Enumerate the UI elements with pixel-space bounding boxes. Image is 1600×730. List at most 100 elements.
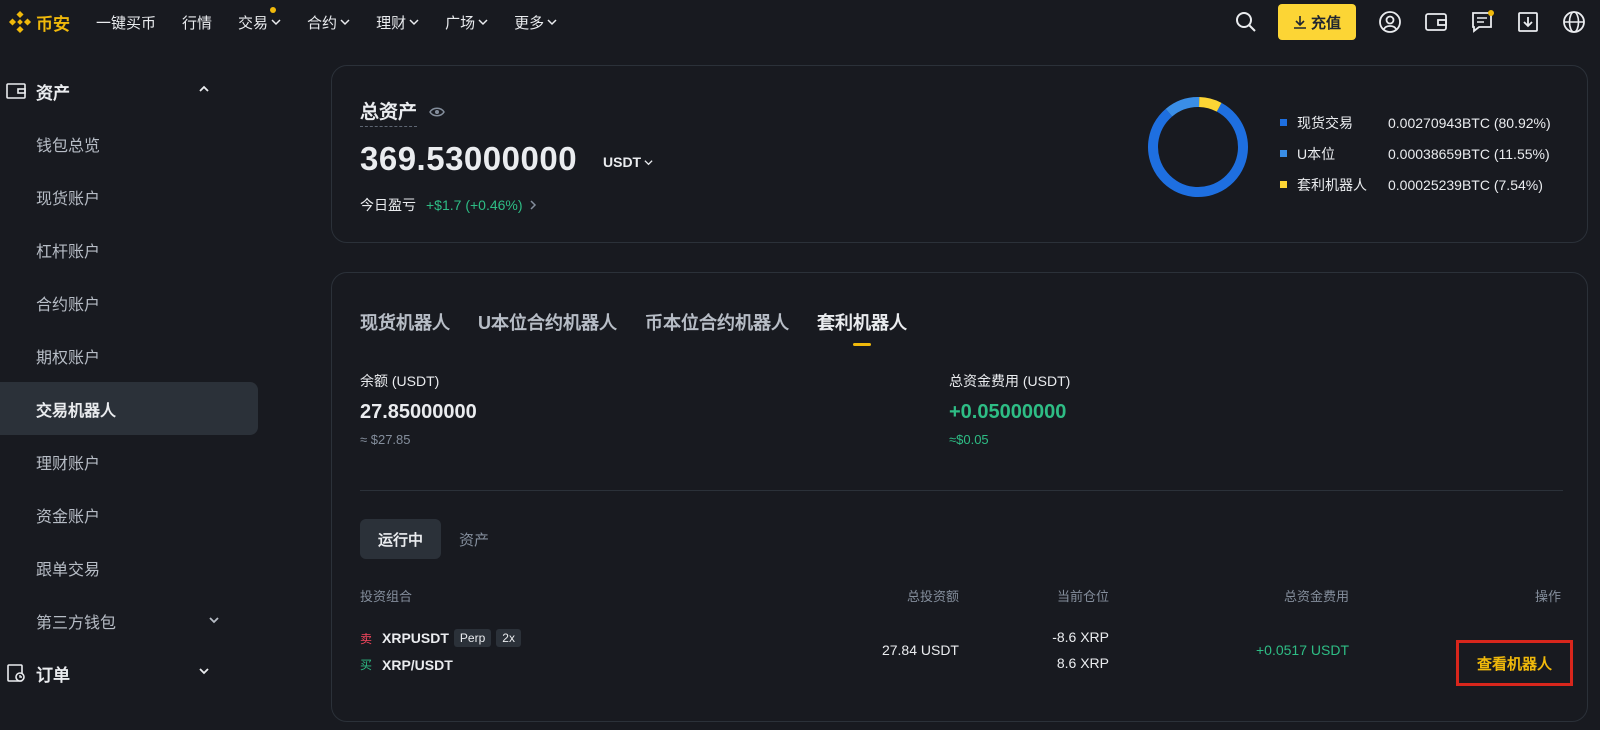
legend-swatch xyxy=(1280,181,1287,188)
sidebar-item-trading-bots[interactable]: 交易机器人 xyxy=(0,382,258,435)
brand-name: 币安 xyxy=(36,14,70,34)
notification-dot xyxy=(270,6,277,13)
sidebar-item-label: 理财账户 xyxy=(36,455,101,473)
sidebar-section-label: 资产 xyxy=(36,83,70,103)
nav-item-buy-crypto[interactable]: 一键买币 xyxy=(96,12,156,33)
nav-item-label: 理财 xyxy=(376,14,407,32)
legend-name: 套利机器人 xyxy=(1297,176,1367,193)
sidebar-section-orders[interactable]: 订单 xyxy=(0,647,258,699)
view-bot-button[interactable]: 查看机器人 xyxy=(1456,640,1573,686)
column-header-position: 当前仓位 xyxy=(1056,589,1109,604)
total-assets-card: 总资产 369.53000000 USDT 今日盈亏 +$1.7 (+0.46%… xyxy=(331,65,1588,243)
nav-item-label: 广场 xyxy=(445,14,476,32)
funding-value: +0.05000000 xyxy=(949,401,1067,423)
tab-spot-bots[interactable]: 现货机器人 xyxy=(360,309,450,335)
chevron-down-icon xyxy=(547,19,557,26)
nav-item-earn[interactable]: 理财 xyxy=(376,12,419,33)
message-icon[interactable] xyxy=(1470,10,1494,34)
funding-fee-stat: 总资金费用 (USDT) +0.05000000 ≈$0.05 xyxy=(949,371,1070,447)
total-assets-title: 总资产 xyxy=(360,97,445,127)
sidebar-item-wallet-overview[interactable]: 钱包总览 xyxy=(0,117,258,170)
sidebar-section-label: 订单 xyxy=(36,665,70,685)
nav-item-label: 合约 xyxy=(307,14,338,32)
tab-running[interactable]: 运行中 xyxy=(360,519,442,559)
legend-value: 0.00038659BTC (11.55%) xyxy=(1388,145,1550,162)
pnl-label: 今日盈亏 xyxy=(360,197,416,213)
divider xyxy=(360,490,1563,491)
legend-item: 套利机器人 0.00025239BTC (7.54%) xyxy=(1280,169,1551,200)
currency-selector[interactable]: USDT xyxy=(603,154,653,170)
top-nav: 币安 一键买币 行情 交易 合约 理财 广场 更多 充值 xyxy=(0,0,1600,44)
sidebar-item-label: 期权账户 xyxy=(36,349,101,367)
tab-label: 资产 xyxy=(459,531,490,549)
sidebar-item-options[interactable]: 期权账户 xyxy=(0,329,258,382)
balance-value: 27.85000000 xyxy=(360,401,477,423)
legend-value: 0.00025239BTC (7.54%) xyxy=(1388,176,1543,193)
tab-arbitrage-bots[interactable]: 套利机器人 xyxy=(817,309,907,346)
tab-label: U本位合约机器人 xyxy=(478,313,617,333)
sidebar-item-label: 第三方钱包 xyxy=(36,614,117,632)
sidebar-item-futures[interactable]: 合约账户 xyxy=(0,276,258,329)
nav-item-more[interactable]: 更多 xyxy=(514,12,557,33)
chevron-down-icon xyxy=(199,668,209,675)
tab-label: 币本位合约机器人 xyxy=(645,313,789,333)
sidebar-item-margin[interactable]: 杠杆账户 xyxy=(0,223,258,276)
sidebar-item-spot[interactable]: 现货账户 xyxy=(0,170,258,223)
sidebar-item-earn[interactable]: 理财账户 xyxy=(0,435,258,488)
funding-label: 总资金费用 (USDT) xyxy=(949,373,1071,389)
chevron-down-icon xyxy=(340,19,350,26)
nav-item-futures[interactable]: 合约 xyxy=(307,12,350,33)
sidebar-item-label: 交易机器人 xyxy=(36,402,117,420)
today-pnl[interactable]: 今日盈亏 +$1.7 (+0.46%) xyxy=(360,195,537,215)
legend-item: U本位 0.00038659BTC (11.55%) xyxy=(1280,138,1551,169)
column-header-portfolio: 投资组合 xyxy=(360,589,413,604)
perp-badge: Perp xyxy=(453,629,492,647)
user-icon[interactable] xyxy=(1378,10,1402,34)
wallet-icon[interactable] xyxy=(1424,10,1448,34)
tab-usdm-futures-bots[interactable]: U本位合约机器人 xyxy=(478,309,617,335)
sidebar-section-assets[interactable]: 资产 xyxy=(0,65,258,117)
sidebar-item-label: 资金账户 xyxy=(36,508,101,526)
search-icon[interactable] xyxy=(1234,10,1258,34)
nav-item-markets[interactable]: 行情 xyxy=(182,12,212,33)
donut-slice-spot xyxy=(1148,97,1248,197)
view-bot-label: 查看机器人 xyxy=(1476,655,1552,673)
donut-slice-usdm xyxy=(1148,97,1248,197)
pair-name: XRPUSDT xyxy=(382,630,449,646)
orders-icon xyxy=(7,664,25,682)
position-value: 8.6 XRP xyxy=(1056,655,1109,671)
chevron-up-icon xyxy=(199,85,209,92)
trading-bots-card: 现货机器人 U本位合约机器人 币本位合约机器人 套利机器人 余额 (USDT) … xyxy=(331,272,1588,722)
balance-usd: ≈ $27.85 xyxy=(360,432,411,447)
nav-item-trade[interactable]: 交易 xyxy=(238,6,281,33)
sidebar-item-funding[interactable]: 资金账户 xyxy=(0,488,258,541)
deposit-label: 充值 xyxy=(1310,14,1341,32)
sidebar-item-label: 钱包总览 xyxy=(36,137,101,155)
column-header-funding: 总资金费用 xyxy=(1283,589,1349,604)
download-arrow-icon xyxy=(1293,16,1306,29)
tab-coinm-futures-bots[interactable]: 币本位合约机器人 xyxy=(645,309,789,335)
sidebar: 资产 钱包总览 现货账户 杠杆账户 合约账户 期权账户 交易机器人 理财账户 资… xyxy=(0,65,258,699)
tab-label: 运行中 xyxy=(378,531,424,549)
nav-item-square[interactable]: 广场 xyxy=(445,12,488,33)
total-assets-value: 369.53000000 xyxy=(360,140,578,177)
bot-type-tabs: 现货机器人 U本位合约机器人 币本位合约机器人 套利机器人 xyxy=(360,309,935,346)
pnl-value: +$1.7 (+0.46%) xyxy=(426,197,523,213)
wallet-icon xyxy=(6,83,26,99)
brand-logo[interactable]: 币安 xyxy=(8,10,70,35)
globe-icon[interactable] xyxy=(1562,10,1586,34)
pair-name: XRP/USDT xyxy=(382,656,453,673)
legend-name: U本位 xyxy=(1297,145,1336,162)
sidebar-item-label: 现货账户 xyxy=(36,190,101,208)
legend-name: 现货交易 xyxy=(1297,114,1353,131)
sidebar-item-third-party-wallet[interactable]: 第三方钱包 xyxy=(0,594,258,647)
eye-icon[interactable] xyxy=(429,106,445,118)
balance-stat: 余额 (USDT) 27.85000000 ≈ $27.85 xyxy=(360,371,477,447)
chevron-down-icon xyxy=(644,159,653,165)
legend-item: 现货交易 0.00270943BTC (80.92%) xyxy=(1280,107,1551,138)
download-icon[interactable] xyxy=(1516,10,1540,34)
legend-swatch xyxy=(1280,150,1287,157)
sidebar-item-copy-trading[interactable]: 跟单交易 xyxy=(0,541,258,594)
tab-assets[interactable]: 资产 xyxy=(441,519,507,559)
deposit-button[interactable]: 充值 xyxy=(1278,4,1356,40)
